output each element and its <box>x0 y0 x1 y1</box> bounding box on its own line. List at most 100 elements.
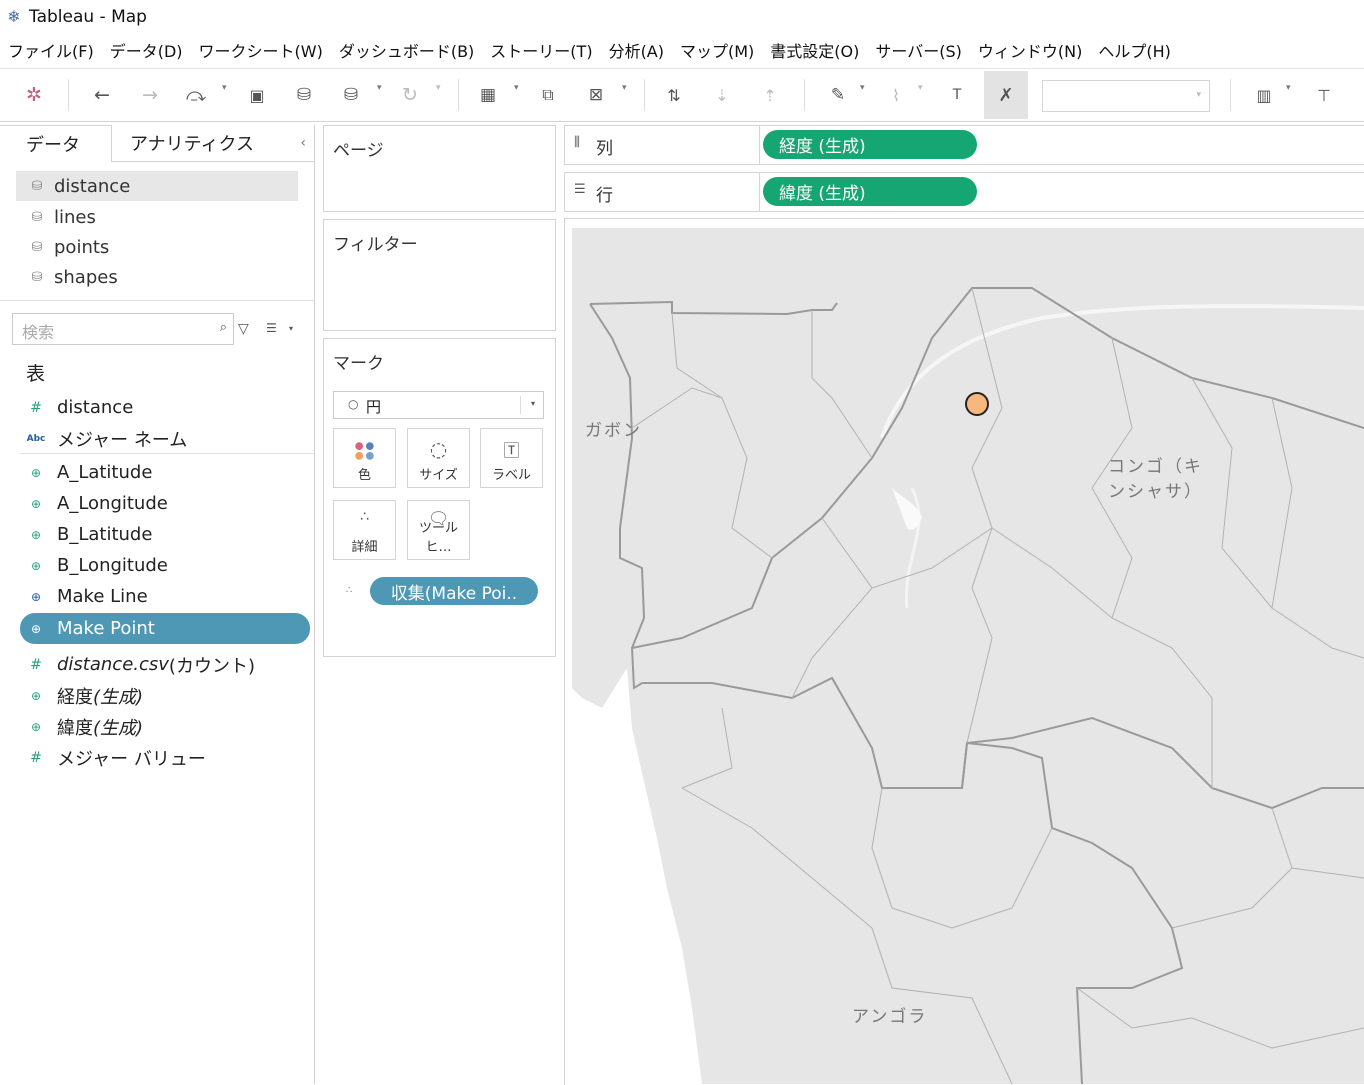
filter-icon[interactable]: ▽ <box>238 321 249 337</box>
redo-icon[interactable]: → <box>136 81 164 109</box>
fit-dropdown[interactable]: ▾ <box>1042 80 1210 112</box>
globe-icon: ⊕ <box>30 527 42 542</box>
save-icon[interactable]: ▣ <box>243 81 271 109</box>
field-a-longitude[interactable]: ⊕ A_Longitude <box>20 488 310 519</box>
globe-icon: ⊕ <box>30 465 42 480</box>
map-point-marker[interactable] <box>965 392 989 416</box>
replay-caret-icon[interactable]: ▾ <box>222 83 227 93</box>
field-distance[interactable]: # distance <box>20 392 310 423</box>
toolbar-separator <box>804 79 805 111</box>
fix-axes-icon[interactable]: ✗ <box>984 71 1028 119</box>
tab-analytics[interactable]: アナリティクス <box>112 125 314 162</box>
field-distance-count[interactable]: # distance.csv (カウント) <box>20 649 310 680</box>
undo-icon[interactable]: ← <box>88 81 116 109</box>
data-pane: データ アナリティクス ‹ ⛁ distance ⛁ lines ⛁ point… <box>0 125 315 1084</box>
highlight-icon[interactable]: ✎ <box>824 81 852 109</box>
view-list-icon[interactable]: ☰ <box>266 321 277 335</box>
menu-story[interactable]: ストーリー(T) <box>490 38 592 62</box>
datasource-caret-icon[interactable]: ▾ <box>377 83 382 93</box>
field-label: distance.csv <box>57 654 169 675</box>
field-label: 経度 <box>57 686 93 708</box>
field-latitude-generated[interactable]: ⊕ 緯度 (生成) <box>20 711 310 742</box>
field-label: B_Longitude <box>57 555 168 576</box>
field-longitude-generated[interactable]: ⊕ 経度 (生成) <box>20 680 310 711</box>
field-measure-values[interactable]: # メジャー バリュー <box>20 742 310 773</box>
chevron-down-icon[interactable]: ▾ <box>289 324 293 333</box>
sort-ascending-icon[interactable]: ⇣ <box>708 81 736 109</box>
sort-descending-icon[interactable]: ⇡ <box>756 81 784 109</box>
field-make-line[interactable]: ⊕ Make Line <box>20 581 310 612</box>
menu-data[interactable]: データ(D) <box>110 38 183 62</box>
menu-file[interactable]: ファイル(F) <box>8 38 94 62</box>
color-button[interactable]: 色 <box>333 428 396 488</box>
search-field[interactable]: 検索 ⌕ <box>12 313 234 345</box>
field-b-longitude[interactable]: ⊕ B_Longitude <box>20 550 310 581</box>
tab-data[interactable]: データ <box>0 125 112 162</box>
field-label: A_Latitude <box>57 462 153 483</box>
collapse-pane-icon[interactable]: ‹ <box>300 135 306 151</box>
field-a-latitude[interactable]: ⊕ A_Latitude <box>20 457 310 488</box>
menu-worksheet[interactable]: ワークシート(W) <box>199 38 323 62</box>
rows-shelf[interactable]: ☰ 行 緯度 (生成) <box>564 172 1364 212</box>
field-label: B_Latitude <box>57 524 153 545</box>
globe-icon: ⊕ <box>30 688 42 703</box>
clear-sheet-icon[interactable]: ⊠ <box>582 81 610 109</box>
marks-pill-make-point[interactable]: 収集(Make Poi.. <box>370 577 538 605</box>
field-make-point[interactable]: ⊕ Make Point <box>20 613 310 644</box>
refresh-caret-icon[interactable]: ▾ <box>436 83 441 93</box>
filters-card[interactable]: フィルター <box>323 219 556 331</box>
datasource-icon: ⛁ <box>31 178 43 194</box>
clear-sheet-caret-icon[interactable]: ▾ <box>622 83 627 93</box>
field-measure-names[interactable]: Abc メジャー ネーム <box>20 423 310 454</box>
rows-pill-latitude[interactable]: 緯度 (生成) <box>763 177 977 206</box>
datasource-item-points[interactable]: ⛁ points <box>16 232 298 262</box>
group-members-icon[interactable]: ⌇ <box>882 81 910 109</box>
columns-shelf[interactable]: ⫼ 列 経度 (生成) <box>564 125 1364 165</box>
title-bar: ❄ Tableau - Map <box>0 0 1364 34</box>
pause-updates-icon[interactable]: ⛁ <box>337 81 365 109</box>
size-button[interactable]: ◌ サイズ <box>407 428 470 488</box>
datasource-item-distance[interactable]: ⛁ distance <box>16 171 298 201</box>
columns-pill-longitude[interactable]: 経度 (生成) <box>763 130 977 159</box>
menu-dashboard[interactable]: ダッシュボード(B) <box>339 38 474 62</box>
number-field-icon: # <box>30 656 42 673</box>
group-caret-icon[interactable]: ▾ <box>918 83 923 93</box>
number-field-icon: # <box>30 399 42 416</box>
highlight-caret-icon[interactable]: ▾ <box>860 83 865 93</box>
chevron-down-icon: ▾ <box>1196 90 1201 100</box>
label-button[interactable]: 🅃 ラベル <box>480 428 543 488</box>
tableau-home-icon[interactable]: ✲ <box>20 81 48 109</box>
presentation-mode-icon[interactable]: ⊤ <box>1310 81 1338 109</box>
tooltip-button[interactable]: 🗨 ツールヒ… <box>407 500 470 560</box>
map-canvas[interactable] <box>572 228 1364 1084</box>
menu-help[interactable]: ヘルプ(H) <box>1098 38 1171 62</box>
table-heading: 表 <box>26 363 46 385</box>
show-me-icon[interactable]: ▥ <box>1250 81 1278 109</box>
menu-map[interactable]: マップ(M) <box>680 38 754 62</box>
new-worksheet-caret-icon[interactable]: ▾ <box>514 83 519 93</box>
divider <box>0 300 314 301</box>
show-mark-labels-icon[interactable]: T <box>943 81 971 109</box>
datasource-label: lines <box>54 206 96 228</box>
menu-format[interactable]: 書式設定(O) <box>770 38 859 62</box>
mark-type-dropdown[interactable]: ○ 円 ▾ <box>333 391 544 419</box>
menu-window[interactable]: ウィンドウ(N) <box>978 38 1082 62</box>
marks-title: マーク <box>333 354 384 374</box>
datasource-item-lines[interactable]: ⛁ lines <box>16 202 298 232</box>
map-label-angola: アンゴラ <box>852 1007 928 1027</box>
datasource-item-shapes[interactable]: ⛁ shapes <box>16 262 298 292</box>
refresh-icon[interactable]: ↻ <box>396 81 424 109</box>
swap-rows-columns-icon[interactable]: ⇅ <box>660 81 688 109</box>
replay-icon[interactable]: ⤼ <box>182 81 210 109</box>
pages-card[interactable]: ページ <box>323 125 556 212</box>
new-worksheet-icon[interactable]: ▦ <box>474 81 502 109</box>
detail-button[interactable]: ∴ 詳細 <box>333 500 396 560</box>
duplicate-sheet-icon[interactable]: ⧉ <box>534 81 562 109</box>
field-suffix: (生成) <box>93 686 144 708</box>
new-datasource-icon[interactable]: ⛁ <box>290 81 318 109</box>
field-b-latitude[interactable]: ⊕ B_Latitude <box>20 519 310 550</box>
menu-server[interactable]: サーバー(S) <box>875 38 961 62</box>
number-field-icon: # <box>30 749 42 766</box>
menu-analysis[interactable]: 分析(A) <box>609 38 664 62</box>
show-me-caret-icon[interactable]: ▾ <box>1286 83 1291 93</box>
